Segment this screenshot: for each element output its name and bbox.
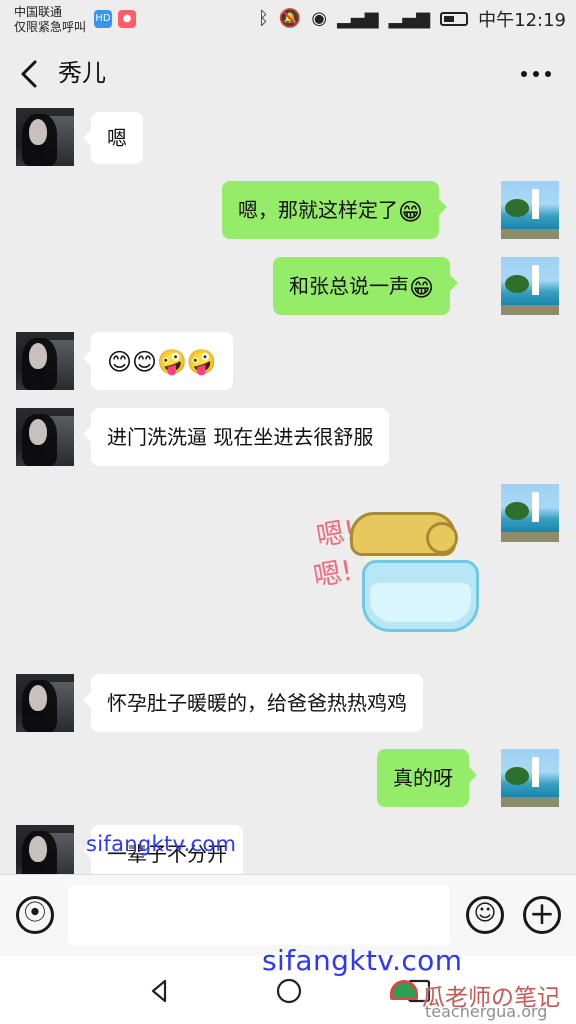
bathtub-icon	[362, 560, 479, 632]
plus-icon: +	[529, 896, 555, 932]
more-button[interactable]	[518, 58, 554, 90]
sticker-text: 嗯!	[310, 553, 356, 594]
emoji-button[interactable]: ☺	[466, 896, 504, 934]
voice-icon: ⦿	[23, 901, 46, 926]
user-avatar[interactable]	[501, 749, 559, 807]
message-bubble[interactable]: 怀孕肚子暖暖的，给爸爸热热鸡鸡	[83, 674, 423, 732]
status-time: 中午12:19	[478, 10, 566, 31]
message-bubble[interactable]: 嗯，那就这样定了😁	[222, 181, 448, 239]
watermark-text: sifangktv.com	[86, 832, 237, 856]
grin-emoji-icon: 😁	[398, 198, 424, 226]
user-avatar[interactable]	[501, 484, 559, 542]
more-dots-icon	[521, 71, 551, 77]
status-right: ᛒ 🔕 ◉ ▂▄▆ ▂▄▆ 中午12:19	[258, 8, 566, 32]
voice-button[interactable]: ⦿	[16, 896, 54, 934]
nav-home-icon[interactable]	[274, 976, 304, 1006]
message-input[interactable]	[68, 885, 450, 945]
chevron-left-icon	[21, 60, 37, 88]
grin-emoji-icon: 😁	[409, 274, 435, 302]
sticker-image[interactable]: 嗯! 嗯!	[306, 488, 486, 648]
message-list[interactable]: 嗯 嗯，那就这样定了😁 和张总说一声😁 😊😊🤪🤪 进门洗洗逼 现在坐进去很舒服 …	[0, 104, 576, 874]
watermark-url: teachergua.org	[425, 1002, 548, 1021]
message-bubble[interactable]: 和张总说一声😁	[273, 257, 459, 315]
message-bubble[interactable]: 😊😊🤪🤪	[83, 332, 233, 390]
smile-icon: ☺	[473, 901, 497, 926]
signal-icon: ▂▄▆	[388, 8, 431, 29]
mute-icon: 🔕	[278, 8, 302, 29]
message-bubble[interactable]: 真的呀	[377, 749, 477, 807]
battery-icon	[440, 12, 469, 26]
eye-icon: ◉	[311, 8, 328, 29]
contact-avatar[interactable]	[16, 825, 74, 874]
nav-back-icon[interactable]	[145, 976, 175, 1006]
hd-badge: HD	[94, 10, 112, 28]
status-bar: 中国联通 仅限紧急呼叫 HD ● ᛒ 🔕 ◉ ▂▄▆ ▂▄▆ 中午12:19	[0, 0, 576, 44]
back-button[interactable]	[14, 54, 44, 94]
watermelon-logo-icon	[390, 980, 418, 1000]
message-bubble[interactable]: 嗯	[83, 112, 143, 164]
emoji-sequence-icon: 😊😊🤪🤪	[107, 348, 217, 376]
contact-avatar[interactable]	[16, 108, 74, 166]
carrier-text: 中国联通 仅限紧急呼叫	[14, 5, 87, 34]
contact-avatar[interactable]	[16, 332, 74, 390]
message-bubble[interactable]: 进门洗洗逼 现在坐进去很舒服	[82, 408, 390, 466]
user-avatar[interactable]	[501, 257, 559, 315]
signal-icon: ▂▄▆	[337, 8, 379, 29]
contact-avatar[interactable]	[16, 674, 74, 732]
towel-knot-icon	[426, 522, 458, 554]
chat-title: 秀儿	[58, 59, 106, 87]
watermark-text: sifangktv.com	[262, 944, 463, 977]
contact-avatar[interactable]	[16, 408, 74, 466]
bluetooth-icon: ᛒ	[258, 8, 269, 29]
title-bar: 秀儿	[0, 44, 576, 104]
location-icon: ●	[118, 10, 136, 28]
more-actions-button[interactable]: +	[523, 896, 561, 934]
user-avatar[interactable]	[501, 181, 559, 239]
